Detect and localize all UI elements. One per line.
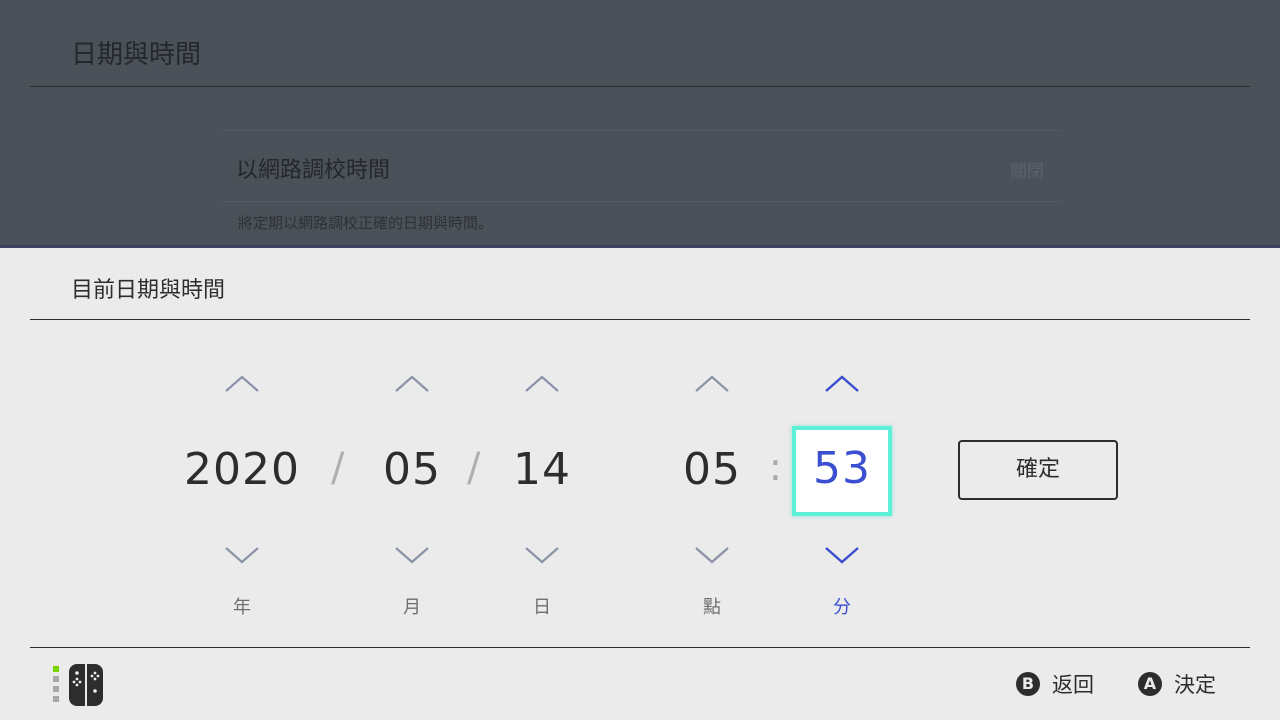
hour-increment-button[interactable] xyxy=(692,374,732,394)
back-button-label: 返回 xyxy=(1052,673,1094,697)
background-page-title: 日期與時間 xyxy=(71,40,202,70)
network-time-sync-description: 將定期以網路調校正確的日期與時間。 xyxy=(238,214,494,232)
b-button-icon: B xyxy=(1016,672,1040,696)
date-separator: / xyxy=(331,445,345,491)
month-value[interactable]: 05 xyxy=(352,444,472,495)
minute-increment-button[interactable] xyxy=(822,374,862,394)
chevron-up-icon xyxy=(695,375,729,392)
chevron-up-icon xyxy=(825,375,859,392)
minute-selection-box[interactable]: 53 xyxy=(792,426,892,516)
chevron-down-icon xyxy=(525,547,559,564)
day-decrement-button[interactable] xyxy=(522,545,562,565)
chevron-down-icon xyxy=(395,547,429,564)
month-decrement-button[interactable] xyxy=(392,545,432,565)
a-button-icon: A xyxy=(1138,672,1162,696)
year-value[interactable]: 2020 xyxy=(182,444,302,495)
year-decrement-button[interactable] xyxy=(222,545,262,565)
chevron-down-icon xyxy=(695,547,729,564)
chevron-up-icon xyxy=(395,375,429,392)
month-unit-label: 月 xyxy=(403,597,421,618)
background-row-divider-top xyxy=(221,130,1060,131)
panel-title: 目前日期與時間 xyxy=(71,278,226,303)
minute-unit-label: 分 xyxy=(833,597,851,618)
hour-unit-label: 點 xyxy=(703,597,721,618)
ok-button-label: 決定 xyxy=(1174,673,1216,697)
footer-divider xyxy=(30,647,1250,648)
confirm-button[interactable]: 確定 xyxy=(958,440,1118,500)
chevron-up-icon xyxy=(225,375,259,392)
background-row-divider-bottom xyxy=(221,201,1060,202)
panel-title-divider xyxy=(30,319,1250,320)
date-time-panel: 目前日期與時間 2020 年 / 05 月 / 14 日 05 點 : 53 分… xyxy=(0,248,1280,720)
time-separator: : xyxy=(769,445,782,489)
hour-decrement-button[interactable] xyxy=(692,545,732,565)
background-title-divider xyxy=(30,86,1250,87)
date-separator: / xyxy=(467,445,481,491)
day-unit-label: 日 xyxy=(533,597,551,618)
year-unit-label: 年 xyxy=(233,597,251,618)
ok-button[interactable]: A 決定 xyxy=(1138,668,1216,700)
year-increment-button[interactable] xyxy=(222,374,262,394)
back-button[interactable]: B 返回 xyxy=(1016,668,1094,700)
chevron-down-icon xyxy=(225,547,259,564)
network-time-sync-label: 以網路調校時間 xyxy=(236,158,391,183)
day-increment-button[interactable] xyxy=(522,374,562,394)
chevron-down-icon xyxy=(825,547,859,564)
day-value[interactable]: 14 xyxy=(482,444,602,495)
month-increment-button[interactable] xyxy=(392,374,432,394)
network-time-sync-value: 關閉 xyxy=(1010,162,1044,182)
minute-value[interactable]: 53 xyxy=(796,443,888,494)
chevron-up-icon xyxy=(525,375,559,392)
background-settings-page: 日期與時間 以網路調校時間 關閉 將定期以網路調校正確的日期與時間。 xyxy=(0,0,1280,248)
hour-value[interactable]: 05 xyxy=(652,444,772,495)
joycon-controller-icon xyxy=(52,664,112,706)
minute-decrement-button[interactable] xyxy=(822,545,862,565)
